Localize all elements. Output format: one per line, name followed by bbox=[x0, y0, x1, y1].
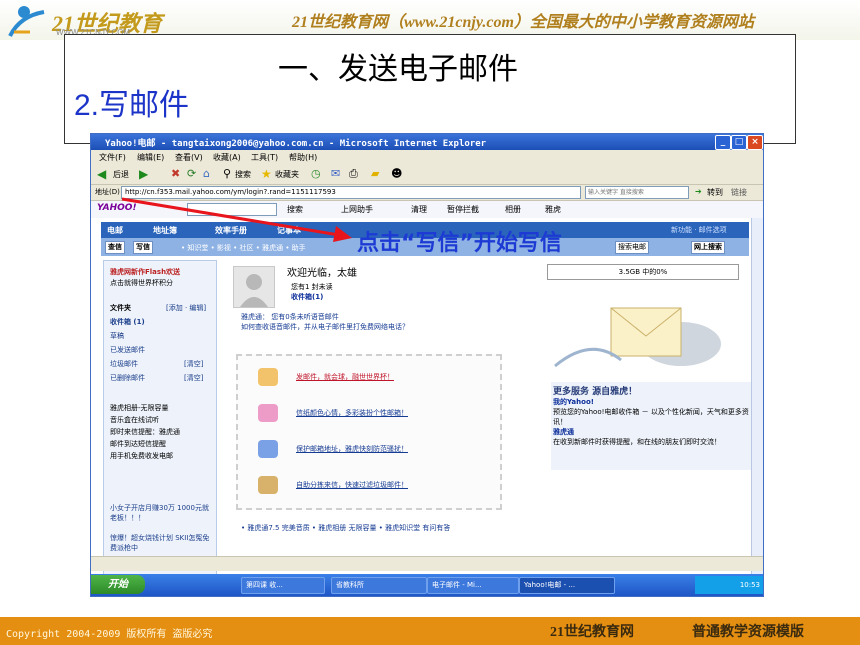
copyright-text: Copyright 2004-2009 版权所有 盗版必究 bbox=[6, 629, 213, 640]
footer-brand: 21世纪教育网 bbox=[550, 625, 634, 640]
annotation-arrow bbox=[121, 197, 352, 242]
annotation-text: 点击“写信”开始写信 bbox=[357, 231, 562, 256]
footer-template: 普通教学资源模版 bbox=[692, 625, 804, 640]
